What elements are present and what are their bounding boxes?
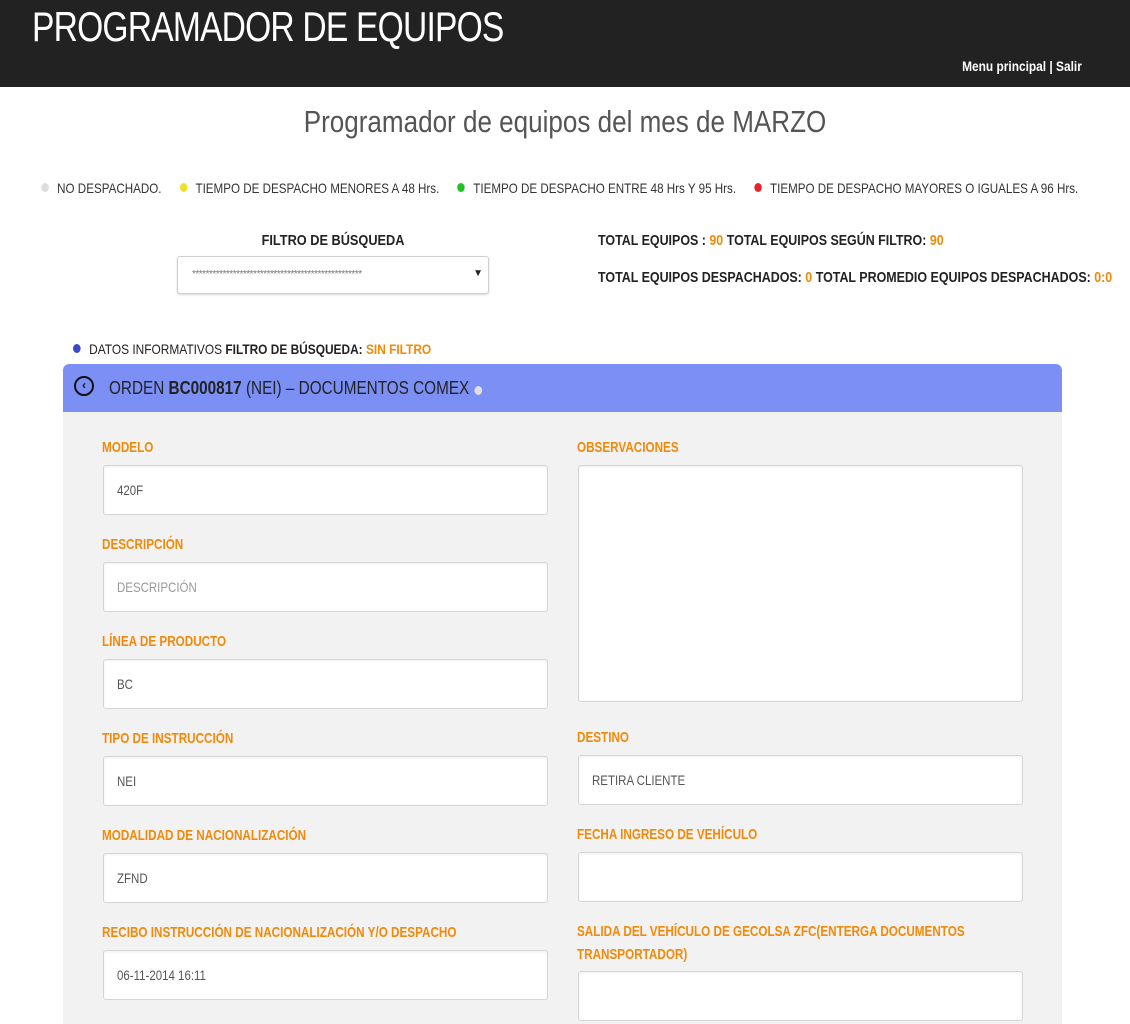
modelo-value: 420F <box>117 482 144 498</box>
order-title: ORDEN BC000817 (NEI) – DOCUMENTOS COMEX <box>109 378 482 399</box>
back-arrow-icon[interactable]: ‹ <box>74 376 94 396</box>
legend-item-under-48: TIEMPO DE DESPACHO MENORES A 48 Hrs. <box>179 180 439 196</box>
linea-producto-field[interactable]: BC <box>103 659 548 709</box>
order-panel-header: ‹ ORDEN BC000817 (NEI) – DOCUMENTOS COME… <box>63 364 1062 412</box>
filter-label: FILTRO DE BÚSQUEDA <box>177 232 489 249</box>
info-line: DATOS INFORMATIVOS FILTRO DE BÚSQUEDA: S… <box>73 341 431 357</box>
top-bar: PROGRAMADOR DE EQUIPOS Menu principal | … <box>0 0 1130 87</box>
info-prefix: DATOS INFORMATIVOS <box>89 341 223 357</box>
despachados-value: 0 <box>805 269 813 286</box>
green-dot-icon <box>457 183 465 192</box>
order-code: BC000817 <box>168 378 242 398</box>
modalidad-label: MODALIDAD DE NACIONALIZACIÓN <box>102 827 307 844</box>
main-menu-link[interactable]: Menu principal <box>962 58 1046 74</box>
descripcion-placeholder: DESCRIPCIÓN <box>117 579 197 595</box>
destino-label: DESTINO <box>577 729 630 746</box>
tipo-label: TIPO DE INSTRUCCIÓN <box>102 730 234 747</box>
modelo-field[interactable]: 420F <box>103 465 548 515</box>
legend-label: TIEMPO DE DESPACHO ENTRE 48 Hrs Y 95 Hrs… <box>473 180 736 196</box>
yellow-dot-icon <box>179 183 187 192</box>
legend-label: TIEMPO DE DESPACHO MAYORES O IGUALES A 9… <box>769 180 1078 196</box>
fecha-ingreso-label: FECHA INGRESO DE VEHÍCULO <box>577 826 758 843</box>
fecha-ingreso-field[interactable] <box>578 852 1023 902</box>
linea-value: BC <box>117 676 133 692</box>
exit-link[interactable]: Salir <box>1056 58 1082 74</box>
gray-dot-icon <box>41 183 49 192</box>
total-filtro-label: TOTAL EQUIPOS SEGÚN FILTRO: <box>726 232 927 249</box>
app-title: PROGRAMADOR DE EQUIPOS <box>32 3 504 50</box>
order-suffix: (NEI) – DOCUMENTOS COMEX <box>245 378 470 398</box>
legend-item-not-dispatched: NO DESPACHADO. <box>41 180 161 196</box>
modalidad-value: ZFND <box>117 870 148 886</box>
nav-separator: | <box>1049 58 1053 74</box>
recibo-value: 06-11-2014 16:11 <box>117 967 206 983</box>
legend-item-48-95: TIEMPO DE DESPACHO ENTRE 48 Hrs Y 95 Hrs… <box>457 180 736 196</box>
tipo-value: NEI <box>117 773 137 789</box>
page-title-text: Programador de equipos del mes de MARZO <box>303 104 827 139</box>
status-dot-icon <box>474 386 482 395</box>
filter-selected-value: ****************************************… <box>192 269 362 280</box>
descripcion-label: DESCRIPCIÓN <box>102 536 184 553</box>
observaciones-label: OBSERVACIONES <box>577 439 679 456</box>
recibo-label: RECIBO INSTRUCCIÓN DE NACIONALIZACIÓN Y/… <box>102 924 457 941</box>
legend-item-over-96: TIEMPO DE DESPACHO MAYORES O IGUALES A 9… <box>754 180 1078 196</box>
total-equipos-label: TOTAL EQUIPOS : <box>598 232 706 249</box>
total-filtro-value: 90 <box>929 232 944 249</box>
promedio-value: 0:0 <box>1094 269 1113 286</box>
order-prefix: ORDEN <box>109 378 165 398</box>
legend-label: NO DESPACHADO. <box>56 180 162 196</box>
legend-label: TIEMPO DE DESPACHO MENORES A 48 Hrs. <box>195 180 440 196</box>
observaciones-textarea[interactable] <box>578 465 1023 702</box>
salida-label-line1: SALIDA DEL VEHÍCULO DE GECOLSA ZFC(ENTER… <box>577 923 965 940</box>
salida-field[interactable] <box>578 971 1023 1021</box>
tipo-instruccion-field[interactable]: NEI <box>103 756 548 806</box>
info-filter-label: FILTRO DE BÚSQUEDA: <box>225 341 363 357</box>
totals-row-2: TOTAL EQUIPOS DESPACHADOS: 0 TOTAL PROME… <box>598 269 1112 286</box>
salida-label-line2: TRANSPORTADOR) <box>577 946 688 963</box>
linea-label: LÍNEA DE PRODUCTO <box>102 633 227 650</box>
modalidad-field[interactable]: ZFND <box>103 853 548 903</box>
red-dot-icon <box>754 183 762 192</box>
search-filter-select[interactable]: ****************************************… <box>177 256 489 294</box>
blue-dot-icon <box>73 344 81 353</box>
promedio-label: TOTAL PROMEDIO EQUIPOS DESPACHADOS: <box>815 269 1091 286</box>
status-legend: NO DESPACHADO. TIEMPO DE DESPACHO MENORE… <box>26 180 1078 196</box>
destino-value: RETIRA CLIENTE <box>592 772 686 788</box>
filter-label-text: FILTRO DE BÚSQUEDA <box>261 232 405 249</box>
page-title: Programador de equipos del mes de MARZO <box>0 104 1130 140</box>
recibo-field[interactable]: 06-11-2014 16:11 <box>103 950 548 1000</box>
order-panel: ‹ ORDEN BC000817 (NEI) – DOCUMENTOS COME… <box>63 364 1062 1024</box>
despachados-label: TOTAL EQUIPOS DESPACHADOS: <box>598 269 802 286</box>
descripcion-field[interactable]: DESCRIPCIÓN <box>103 562 548 612</box>
totals-row-1: TOTAL EQUIPOS : 90 TOTAL EQUIPOS SEGÚN F… <box>598 232 944 249</box>
dropdown-arrow-icon: ▼ <box>473 268 483 279</box>
top-nav: Menu principal | Salir <box>962 58 1082 74</box>
total-equipos-value: 90 <box>709 232 724 249</box>
destino-field[interactable]: RETIRA CLIENTE <box>578 755 1023 805</box>
info-filter-value: SIN FILTRO <box>365 341 432 357</box>
modelo-label: MODELO <box>102 439 154 456</box>
